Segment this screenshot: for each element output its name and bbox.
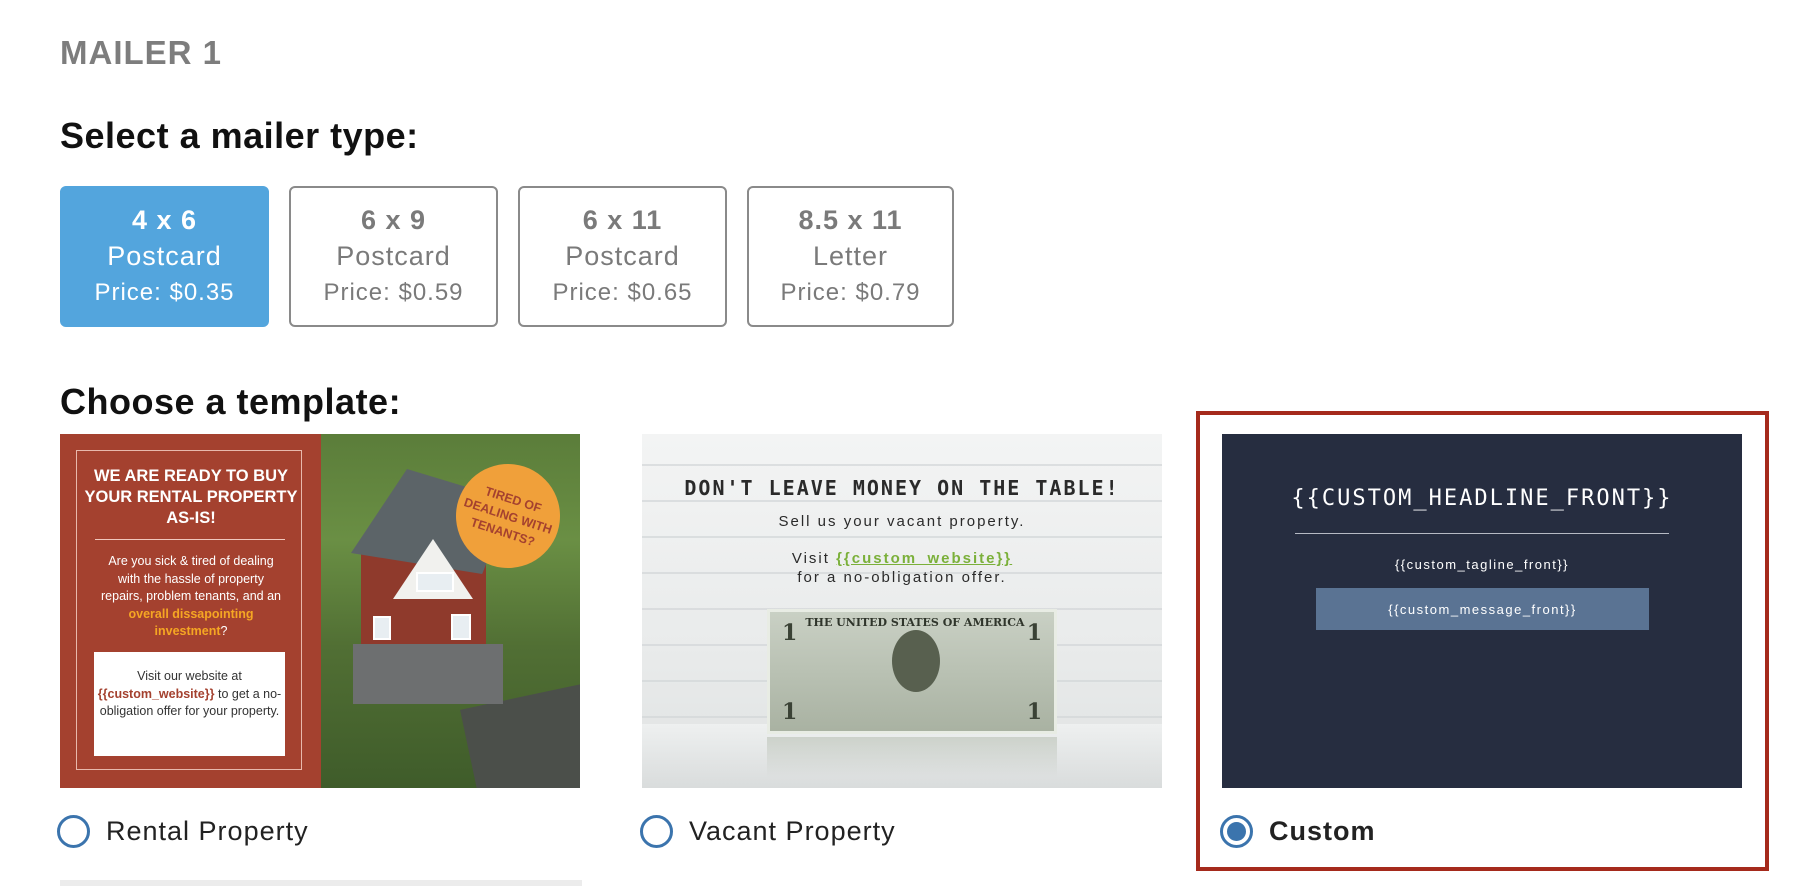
custom-radio[interactable] [1220,815,1253,848]
mailer-type-kind: Letter [812,241,889,271]
radio-selected-dot [1227,822,1246,841]
rental-body-text: Are you sick & tired of dealing with the… [96,553,286,641]
rental-website-link: {{custom_website}} [97,686,215,701]
rental-property-template-preview[interactable]: WE ARE READY TO BUY YOUR RENTAL PROPERTY… [60,434,580,788]
bill-portrait [892,630,940,692]
house-window [451,614,471,640]
rental-property-label: Rental Property [106,816,309,846]
vacant-property-option[interactable]: Vacant Property [640,815,896,848]
vacant-headline: DON'T LEAVE MONEY ON THE TABLE! [684,476,1120,500]
bill-reflection [767,737,1057,777]
mailer-type-6x11-card[interactable]: 6 x 11 Postcard Price: $0.65 [518,186,727,327]
house-window [373,616,391,640]
rental-box-line1: Visit our website at [137,669,242,683]
custom-label: Custom [1269,816,1376,846]
template-heading: Choose a template: [60,381,402,422]
mailer-type-8-5x11-card[interactable]: 8.5 x 11 Letter Price: $0.79 [747,186,954,327]
rental-body-start: Are you sick & tired of dealing with the… [101,554,281,603]
vacant-visit-text: Visit {{custom_website}} for a no-obliga… [642,549,1162,587]
vacant-website-link: {{custom_website}} [836,550,1013,567]
bill-number: 1 [1026,620,1042,646]
mailer-type-6x9-card[interactable]: 6 x 9 Postcard Price: $0.59 [289,186,498,327]
vacant-property-label: Vacant Property [689,816,896,846]
rental-body-end: ? [220,624,228,638]
mailer-type-size: 4 x 6 [131,205,198,235]
mailer-type-kind: Postcard [565,241,680,271]
next-template-edge [60,880,582,886]
mailer-type-kind: Postcard [107,241,222,271]
mailer-type-size: 8.5 x 11 [798,205,903,235]
bill-number: 1 [782,699,798,725]
rental-website-box: Visit our website at {{custom_website}} … [94,652,285,756]
rental-body-highlight: overall dissapointing investment [128,606,254,639]
mailer-type-price: Price: $0.59 [323,279,464,306]
vacant-subline: Sell us your vacant property. [778,513,1026,530]
bill-number: 1 [782,620,798,646]
rental-divider [95,539,285,540]
mailer-type-options: 4 x 6 Postcard Price: $0.35 6 x 9 Postca… [60,186,954,327]
rental-panel: WE ARE READY TO BUY YOUR RENTAL PROPERTY… [60,434,321,788]
bill-title: THE UNITED STATES OF AMERICA [805,616,1025,629]
rental-property-option[interactable]: Rental Property [57,815,309,848]
mailer-type-size: 6 x 9 [360,205,427,235]
vacant-visit-label: Visit [791,550,830,567]
vacant-offer-text: for a no-obligation offer. [797,569,1007,586]
selected-template-highlight [1196,411,1769,871]
mailer-type-size: 6 x 11 [582,205,663,235]
mailer-type-price: Price: $0.35 [94,279,235,306]
vacant-property-radio[interactable] [640,815,673,848]
mailer-type-heading: Select a mailer type: [60,115,419,156]
mailer-type-kind: Postcard [336,241,451,271]
rental-headline: WE ARE READY TO BUY YOUR RENTAL PROPERTY… [84,467,298,527]
mailer-section-label: MAILER 1 [60,34,223,71]
house-window [416,572,454,592]
vacant-property-template-preview[interactable]: DON'T LEAVE MONEY ON THE TABLE! Sell us … [642,434,1162,788]
porch-shape [353,644,503,704]
rental-property-radio[interactable] [57,815,90,848]
bill-number: 1 [1026,699,1042,725]
custom-option[interactable]: Custom [1220,815,1376,848]
mailer-type-price: Price: $0.79 [780,279,921,306]
dollar-bill: THE UNITED STATES OF AMERICA 1 1 1 1 [767,609,1057,734]
mailer-type-price: Price: $0.65 [552,279,693,306]
mailer-type-4x6-card[interactable]: 4 x 6 Postcard Price: $0.35 [60,186,269,327]
